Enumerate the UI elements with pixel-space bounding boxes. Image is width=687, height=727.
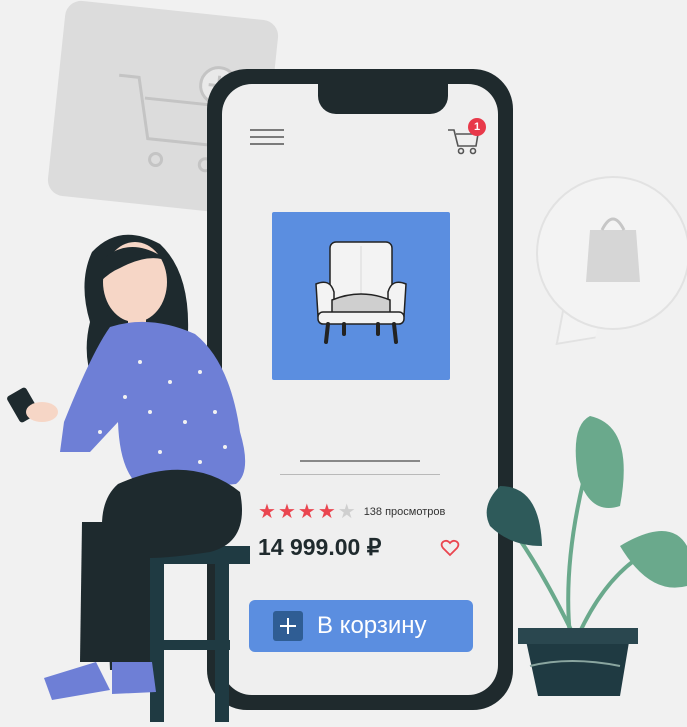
product-image[interactable] [272, 212, 450, 380]
speech-bubble [536, 176, 687, 330]
subtitle-placeholder-line [280, 474, 440, 475]
heart-outline-icon[interactable] [440, 538, 460, 558]
rating-row: ★ ★ ★ ★ ★ 138 просмотров [258, 500, 488, 524]
hamburger-menu-icon[interactable] [250, 128, 284, 146]
rating-star-4: ★ [317, 501, 336, 523]
potted-plant-illustration [470, 396, 687, 722]
rating-star-5: ★ [337, 501, 356, 523]
armchair-icon [315, 241, 407, 344]
shopping-bag-icon [586, 217, 640, 282]
title-placeholder-line [300, 460, 420, 462]
add-to-cart-label: В корзину [317, 612, 427, 639]
views-count: 138 просмотров [363, 506, 446, 518]
rating-star-3: ★ [297, 501, 316, 523]
woman-illustration [0, 222, 290, 722]
phone-notch [318, 84, 448, 114]
cart-count-badge: 1 [468, 118, 486, 136]
